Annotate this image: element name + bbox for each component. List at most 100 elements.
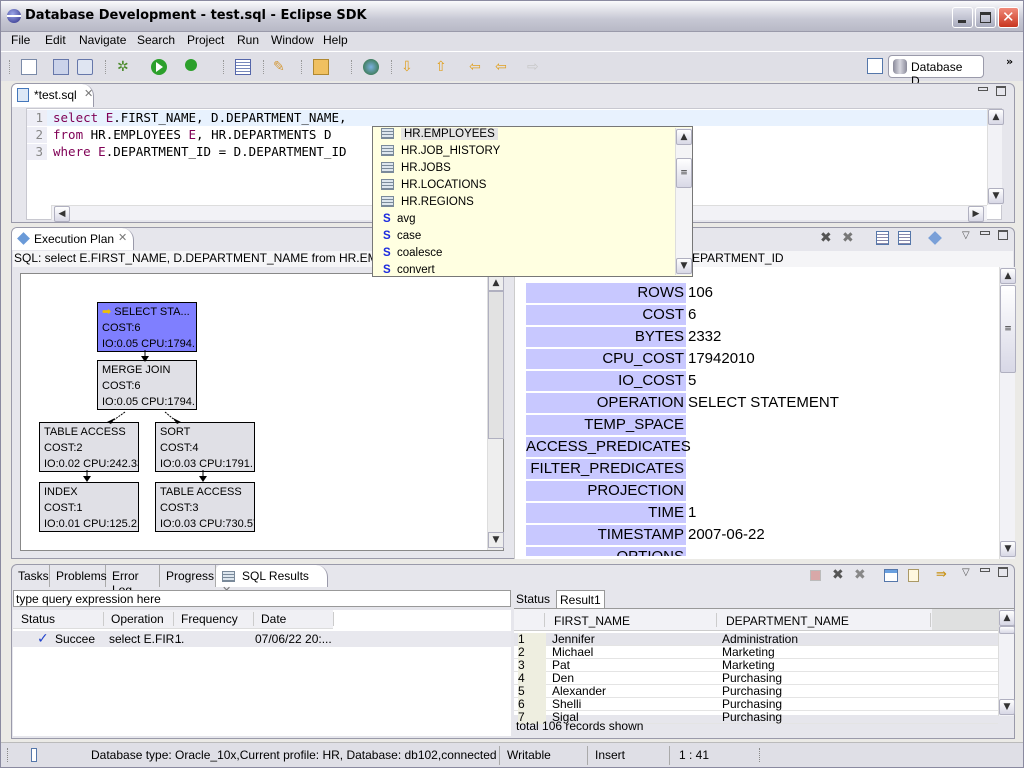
tab-tasks[interactable]: Tasks (12, 565, 50, 587)
menu-file[interactable]: File (11, 33, 30, 47)
globe-icon[interactable] (363, 59, 379, 75)
menu-edit[interactable]: Edit (45, 33, 66, 47)
autocomplete-scrollbar[interactable]: ▲ ≡ ▼ (675, 128, 692, 275)
code-line[interactable]: 1 select E.FIRST_NAME, D.DEPARTMENT_NAME, (27, 110, 347, 126)
scroll-up-button[interactable]: ▲ (988, 109, 1004, 125)
tab-execution-plan[interactable]: Execution Plan ✕ (12, 228, 134, 250)
forward-icon[interactable]: ⇨ (527, 59, 543, 75)
scroll-down-button[interactable]: ▼ (676, 258, 692, 274)
back-icon[interactable]: ⇦ (495, 59, 511, 75)
view-menu-icon[interactable]: ▽ (962, 567, 970, 578)
history-col-status[interactable]: Status (21, 612, 55, 626)
history-col-frequency[interactable]: Frequency (181, 612, 238, 626)
debug-icon[interactable]: ✲ (117, 59, 133, 75)
minimize-button[interactable] (952, 7, 973, 28)
new-icon[interactable] (21, 59, 37, 75)
plan-tree-canvas[interactable]: ➡ SELECT STA... COST:6 IO:0.05 CPU:1794...… (20, 273, 504, 551)
scroll-left-button[interactable]: ◀ (54, 206, 70, 222)
result-scrollbar[interactable]: ▲ ▼ (998, 609, 1015, 716)
menu-window[interactable]: Window (271, 33, 314, 47)
next-annotation-icon[interactable]: ⇩ (401, 59, 417, 75)
scroll-down-button[interactable]: ▼ (1000, 541, 1016, 557)
terminate-icon[interactable] (810, 570, 821, 581)
maximize-button[interactable] (975, 7, 996, 28)
history-row[interactable]: ✓ Succee select E.FIR... 1 07/06/22 20:.… (13, 631, 511, 647)
run-icon[interactable] (151, 59, 167, 75)
open-task-icon[interactable] (235, 59, 251, 75)
tab-progress[interactable]: Progress (160, 565, 216, 587)
close-tab-icon[interactable]: ✕ (84, 87, 93, 100)
maximize-view-icon[interactable] (998, 230, 1008, 240)
autocomplete-item[interactable]: HR.REGIONS (381, 196, 474, 213)
scroll-up-button[interactable]: ▲ (676, 129, 692, 145)
editor-vertical-scrollbar[interactable]: ▲ ▼ (987, 109, 1004, 205)
fast-view-icon[interactable] (31, 748, 37, 762)
scroll-thumb[interactable] (999, 626, 1015, 634)
close-button[interactable]: ✕ (998, 7, 1019, 28)
menu-help[interactable]: Help (323, 33, 348, 47)
result-tab-status[interactable]: Status (516, 592, 550, 606)
view-menu-icon[interactable]: ▽ (962, 230, 970, 241)
plan-tree-scrollbar[interactable]: ▲ ▼ (487, 274, 504, 550)
autocomplete-item[interactable]: Sconvert (383, 264, 435, 281)
perspective-button[interactable]: Database D... (888, 55, 984, 88)
print-icon[interactable] (77, 59, 93, 75)
code-line[interactable]: 2 from HR.EMPLOYEES E, HR.DEPARTMENTS D (27, 127, 331, 143)
scroll-up-button[interactable]: ▲ (999, 610, 1015, 626)
result-tab-result1[interactable]: Result1 (556, 590, 605, 609)
scroll-down-button[interactable]: ▼ (488, 532, 504, 548)
pencil-icon[interactable]: ✎ (273, 59, 289, 75)
collapse-icon[interactable] (898, 231, 911, 245)
autocomplete-item[interactable]: Savg (383, 213, 416, 230)
open-perspective-icon[interactable] (867, 58, 883, 74)
tab-sql-results[interactable]: SQL Results ✕ (216, 565, 328, 597)
minimize-view-icon[interactable] (980, 568, 990, 572)
scroll-up-button[interactable]: ▲ (488, 275, 504, 291)
code-line[interactable]: 3 where E.DEPARTMENT_ID = D.DEPARTMENT_ID (27, 144, 347, 160)
view-menu-plan-icon[interactable] (928, 231, 942, 245)
text-view-icon[interactable] (908, 569, 919, 582)
scroll-down-button[interactable]: ▼ (988, 188, 1004, 204)
autocomplete-item[interactable]: HR.LOCATIONS (381, 179, 486, 196)
tab-problems[interactable]: Problems (50, 565, 107, 587)
menu-run[interactable]: Run (237, 33, 259, 47)
autocomplete-item[interactable]: Scase (383, 230, 421, 247)
result-view-icon[interactable] (884, 569, 898, 582)
maximize-view-icon[interactable] (998, 567, 1008, 577)
scroll-up-button[interactable]: ▲ (1000, 268, 1016, 284)
autocomplete-item[interactable]: Scoalesce (383, 247, 442, 264)
scroll-thumb[interactable] (488, 291, 504, 439)
history-col-operation[interactable]: Operation (111, 612, 164, 626)
minimize-view-icon[interactable] (980, 231, 990, 235)
scroll-thumb[interactable]: ≡ (1000, 285, 1016, 373)
menu-search[interactable]: Search (137, 33, 175, 47)
minimize-view-icon[interactable] (978, 87, 988, 91)
more-perspectives-icon[interactable]: » (1006, 55, 1013, 68)
autocomplete-item[interactable]: HR.JOBS (381, 162, 451, 179)
last-edit-location-icon[interactable]: ⇦ (469, 59, 485, 75)
expand-icon[interactable] (876, 231, 889, 245)
scroll-down-button[interactable]: ▼ (999, 699, 1015, 715)
remove-result-icon[interactable]: ✖ (832, 567, 844, 583)
remove-all-results-icon[interactable]: ✖ (854, 567, 866, 583)
remove-icon[interactable]: ✖ (820, 230, 832, 246)
autocomplete-item[interactable]: HR.JOB_HISTORY (381, 145, 500, 162)
scroll-thumb[interactable]: ≡ (676, 158, 692, 188)
close-tab-icon[interactable]: ✕ (118, 231, 127, 244)
previous-annotation-icon[interactable]: ⇧ (435, 59, 451, 75)
menu-project[interactable]: Project (187, 33, 224, 47)
layout-icon[interactable]: ⇛ (936, 567, 947, 582)
menu-navigate[interactable]: Navigate (79, 33, 126, 47)
scroll-right-button[interactable]: ▶ (968, 206, 984, 222)
external-tools-icon[interactable] (185, 59, 197, 71)
autocomplete-item[interactable]: HR.EMPLOYEES (381, 128, 498, 145)
col-first-name[interactable]: FIRST_NAME (554, 614, 630, 628)
open-folder-icon[interactable] (313, 59, 329, 75)
history-col-date[interactable]: Date (261, 612, 286, 626)
query-filter-input[interactable]: type query expression here (13, 590, 511, 607)
properties-scrollbar[interactable]: ▲ ≡ ▼ (999, 267, 1016, 559)
tab-error-log[interactable]: Error Log (106, 565, 160, 597)
save-icon[interactable] (53, 59, 69, 75)
remove-all-icon[interactable]: ✖ (842, 230, 854, 246)
maximize-view-icon[interactable] (996, 86, 1006, 96)
